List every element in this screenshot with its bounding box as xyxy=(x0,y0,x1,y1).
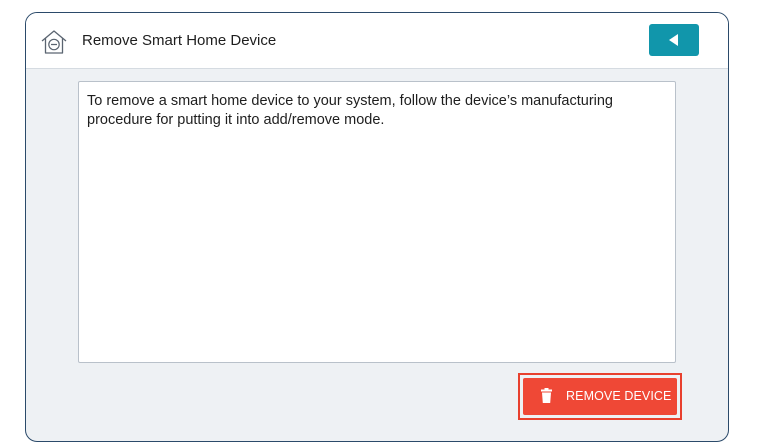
page-title: Remove Smart Home Device xyxy=(82,32,277,49)
remove-device-panel: Remove Smart Home Device To remove a sma… xyxy=(25,12,729,442)
trash-icon xyxy=(541,388,552,403)
back-button[interactable] xyxy=(649,24,699,56)
instructions-box: To remove a smart home device to your sy… xyxy=(78,81,676,363)
back-arrow-icon xyxy=(669,34,678,46)
remove-device-label: REMOVE DEVICE xyxy=(566,389,672,403)
instructions-text: To remove a smart home device to your sy… xyxy=(87,93,613,128)
remove-device-button[interactable]: REMOVE DEVICE xyxy=(523,378,677,415)
home-remove-icon xyxy=(41,30,67,54)
header-bar: Remove Smart Home Device xyxy=(26,13,728,69)
